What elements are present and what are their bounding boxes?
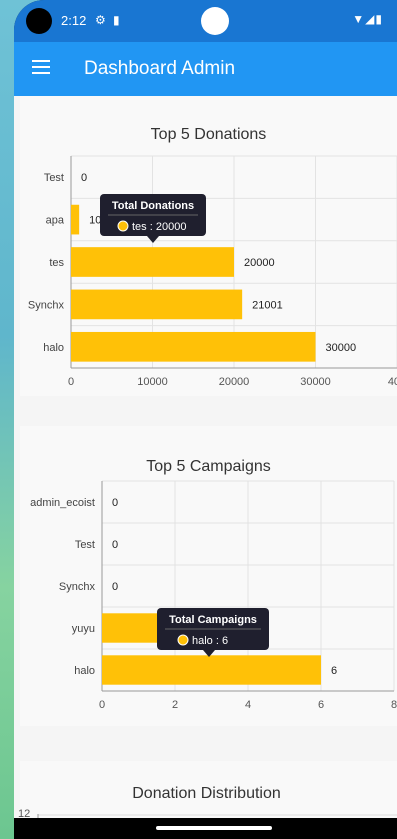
category-label: Test bbox=[44, 172, 64, 184]
category-label: tes bbox=[49, 257, 64, 269]
category-label: Test bbox=[75, 539, 95, 551]
x-tick-label: 6 bbox=[318, 699, 324, 711]
tooltip-swatch bbox=[177, 634, 189, 646]
bar bbox=[71, 204, 80, 235]
bar-value-label: 0 bbox=[112, 581, 118, 593]
bar bbox=[102, 655, 321, 685]
bar-value-label: 20000 bbox=[244, 257, 275, 269]
bar-value-label: 0 bbox=[112, 497, 118, 509]
tooltip-pointer bbox=[147, 236, 159, 243]
campaigns-chart: 0 2 4 6 8 admin_ecoist 0 Test 0 Synchx 0 yuyu halo 6 T… bbox=[30, 480, 397, 711]
category-label: halo bbox=[74, 665, 95, 677]
x-tick-label: 2 bbox=[172, 699, 178, 711]
category-label: yuyu bbox=[72, 623, 95, 635]
x-tick-label: 400 bbox=[388, 376, 397, 388]
distribution-chart-card: Donation Distribution 12 bbox=[18, 761, 397, 818]
app-bar: Dashboard Admin bbox=[14, 42, 397, 96]
phone-screen: 2:12 ⚙ ▮ ▼◢▮ Dashboard Admin Top 5 Donat… bbox=[14, 0, 397, 839]
tooltip-title: Total Donations bbox=[112, 200, 194, 212]
x-tick-label: 20000 bbox=[219, 376, 250, 388]
bar-value-label: 21001 bbox=[252, 299, 283, 311]
donations-chart: 0 10000 20000 30000 400 Test 0 apa 10 tes 20000 Syn… bbox=[28, 155, 397, 388]
status-time: 2:12 bbox=[61, 13, 87, 28]
category-label: halo bbox=[43, 342, 64, 354]
status-bar: 2:12 ⚙ ▮ ▼◢▮ bbox=[14, 0, 397, 42]
tooltip-text: halo : 6 bbox=[192, 635, 228, 647]
signal-icon: ◢ bbox=[365, 12, 376, 26]
tooltip-title: Total Campaigns bbox=[169, 614, 257, 626]
donations-chart-card: Top 5 Donations 0100002000030000400Test0… bbox=[20, 96, 397, 396]
bar-value-label: 0 bbox=[112, 539, 118, 551]
campaigns-chart-card: Top 5 Campaigns 0 2 4 6 8 admin_ecoist 0 Test 0 S… bbox=[20, 426, 397, 726]
gesture-bar bbox=[14, 818, 397, 839]
status-right-icons: ▼◢▮ bbox=[352, 12, 383, 26]
sim-icon: ▮ bbox=[113, 13, 120, 27]
bar-value-label: 10 bbox=[89, 215, 101, 227]
x-tick-label: 30000 bbox=[300, 376, 331, 388]
x-tick-label: 10000 bbox=[137, 376, 168, 388]
category-label: Synchx bbox=[59, 581, 96, 593]
dashboard-content[interactable]: Top 5 Donations 0100002000030000400Test0… bbox=[14, 96, 397, 818]
wifi-icon: ▼ bbox=[352, 12, 366, 26]
bar-value-label: 0 bbox=[81, 172, 87, 184]
settings-icon: ⚙ bbox=[95, 13, 106, 27]
bar bbox=[71, 247, 234, 277]
category-label: apa bbox=[46, 215, 65, 227]
menu-icon[interactable] bbox=[32, 60, 50, 74]
tooltip-text: tes : 20000 bbox=[132, 221, 186, 233]
bar-value-label: 30000 bbox=[326, 342, 357, 354]
chart-tooltip: Total Donations tes : 20000 bbox=[100, 194, 206, 243]
x-tick-label: 4 bbox=[245, 699, 251, 711]
bar bbox=[71, 289, 243, 320]
notification-dot bbox=[201, 7, 229, 35]
distribution-chart-grid bbox=[37, 814, 397, 818]
camera-cutout bbox=[26, 8, 52, 34]
bar-value-label: 6 bbox=[331, 665, 337, 677]
x-tick-label: 0 bbox=[99, 699, 105, 711]
category-label: Synchx bbox=[28, 299, 65, 311]
chart-tooltip: Total Campaigns halo : 6 bbox=[157, 608, 269, 657]
category-label: admin_ecoist bbox=[30, 497, 95, 509]
x-tick-label: 0 bbox=[68, 376, 74, 388]
bar bbox=[71, 331, 316, 362]
x-tick-label: 8 bbox=[391, 699, 397, 711]
tooltip-swatch bbox=[117, 220, 129, 232]
page-title: Dashboard Admin bbox=[84, 58, 236, 79]
battery-icon: ▮ bbox=[375, 12, 383, 26]
home-gesture-handle[interactable] bbox=[156, 826, 272, 830]
